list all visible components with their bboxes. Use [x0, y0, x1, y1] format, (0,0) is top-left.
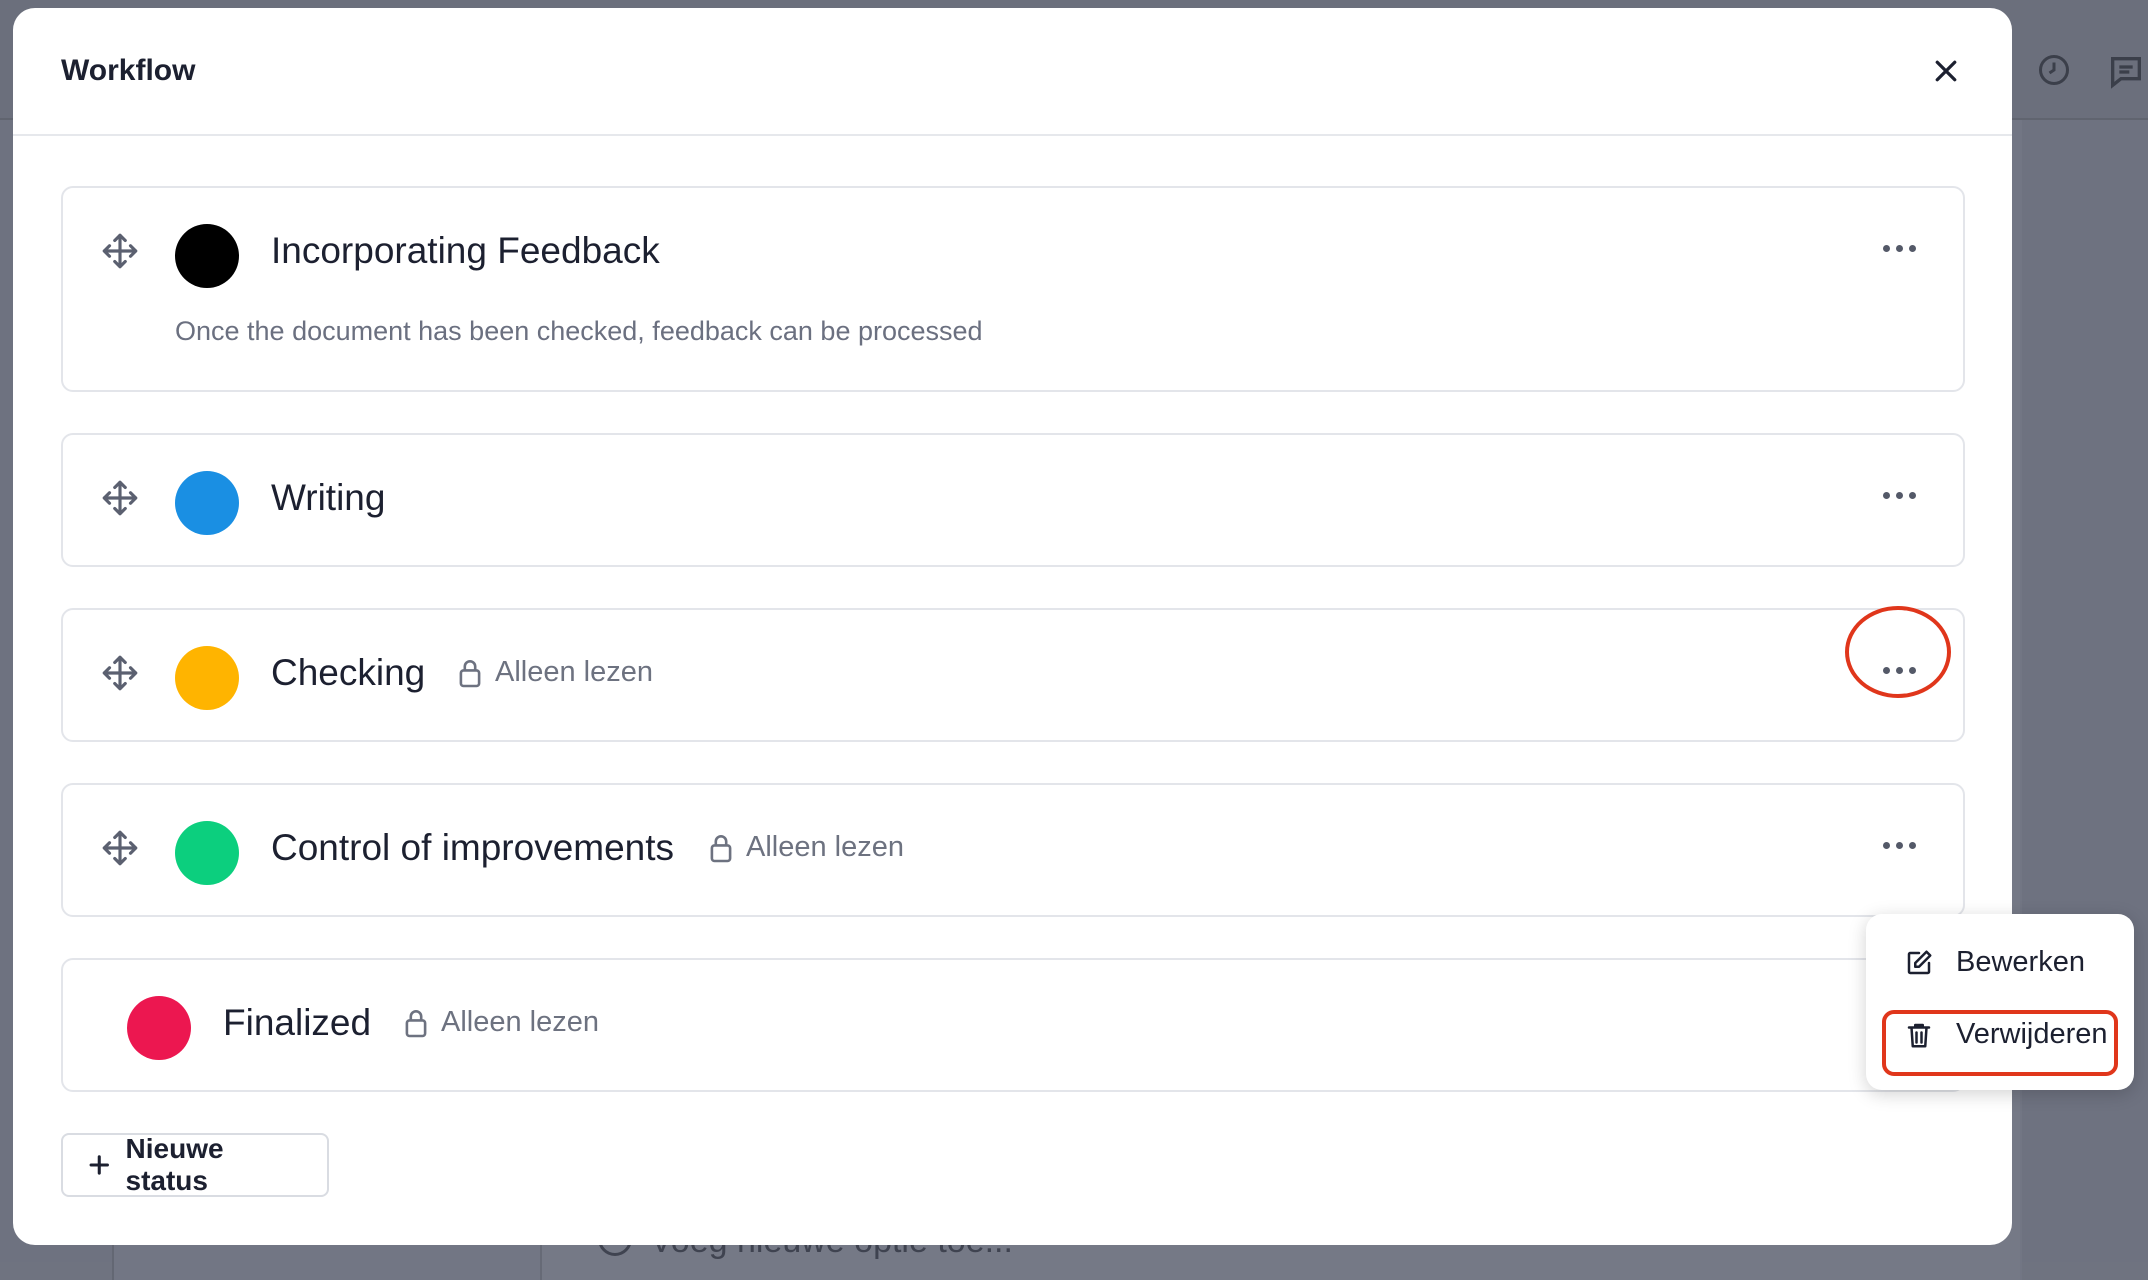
status-color-dot: [175, 821, 239, 885]
status-card-finalized: Finalized Alleen lezen: [61, 958, 1965, 1092]
move-icon[interactable]: [99, 230, 141, 272]
more-options-button[interactable]: [1869, 825, 1929, 865]
workflow-modal: Workflow Incorporating Feedback Once the…: [13, 8, 2012, 1245]
status-description: Once the document has been checked, feed…: [175, 316, 983, 347]
status-color-dot: [175, 646, 239, 710]
status-name: Writing: [271, 477, 385, 519]
status-card-writing: Writing: [61, 433, 1965, 567]
readonly-indicator: Alleen lezen: [457, 656, 653, 689]
status-color-dot: [175, 224, 239, 288]
move-icon[interactable]: [99, 477, 141, 519]
status-card-checking: Checking Alleen lezen: [61, 608, 1965, 742]
edit-icon: [1904, 948, 1934, 978]
lock-icon: [708, 832, 734, 864]
status-color-dot: [175, 471, 239, 535]
readonly-label: Alleen lezen: [441, 1006, 599, 1039]
readonly-indicator: Alleen lezen: [708, 831, 904, 864]
close-button[interactable]: [1924, 49, 1968, 93]
more-options-button[interactable]: [1869, 475, 1929, 515]
menu-item-edit[interactable]: Bewerken: [1904, 946, 2085, 979]
readonly-label: Alleen lezen: [746, 831, 904, 864]
move-icon[interactable]: [99, 827, 141, 869]
new-status-label: Nieuwe status: [126, 1133, 303, 1197]
readonly-label: Alleen lezen: [495, 656, 653, 689]
history-icon[interactable]: [2036, 52, 2072, 88]
move-icon[interactable]: [99, 652, 141, 694]
more-horizontal-icon: [1883, 492, 1890, 499]
menu-item-delete[interactable]: Verwijderen: [1904, 1018, 2108, 1051]
status-card-incorporating-feedback: Incorporating Feedback Once the document…: [61, 186, 1965, 392]
lock-icon: [403, 1007, 429, 1039]
more-horizontal-icon: [1883, 667, 1890, 674]
status-name: Checking: [271, 652, 425, 694]
status-name: Incorporating Feedback: [271, 230, 660, 272]
plus-icon: [87, 1152, 112, 1178]
close-icon: [1931, 56, 1961, 86]
status-name: Finalized: [223, 1002, 371, 1044]
more-options-button[interactable]: [1869, 228, 1929, 268]
more-options-button[interactable]: [1869, 650, 1929, 690]
more-horizontal-icon: [1883, 842, 1890, 849]
modal-title: Workflow: [61, 54, 195, 88]
readonly-indicator: Alleen lezen: [403, 1006, 599, 1039]
comment-icon[interactable]: [2106, 52, 2146, 92]
menu-item-edit-label: Bewerken: [1956, 946, 2085, 979]
lock-icon: [457, 657, 483, 689]
context-menu: Bewerken Verwijderen: [1866, 914, 2134, 1090]
new-status-button[interactable]: Nieuwe status: [61, 1133, 329, 1197]
menu-item-delete-label: Verwijderen: [1956, 1018, 2108, 1051]
more-horizontal-icon: [1883, 245, 1890, 252]
status-name: Control of improvements: [271, 827, 674, 869]
status-card-control-of-improvements: Control of improvements Alleen lezen: [61, 783, 1965, 917]
status-color-dot: [127, 996, 191, 1060]
modal-header: Workflow: [13, 8, 2012, 136]
trash-icon: [1904, 1019, 1934, 1051]
